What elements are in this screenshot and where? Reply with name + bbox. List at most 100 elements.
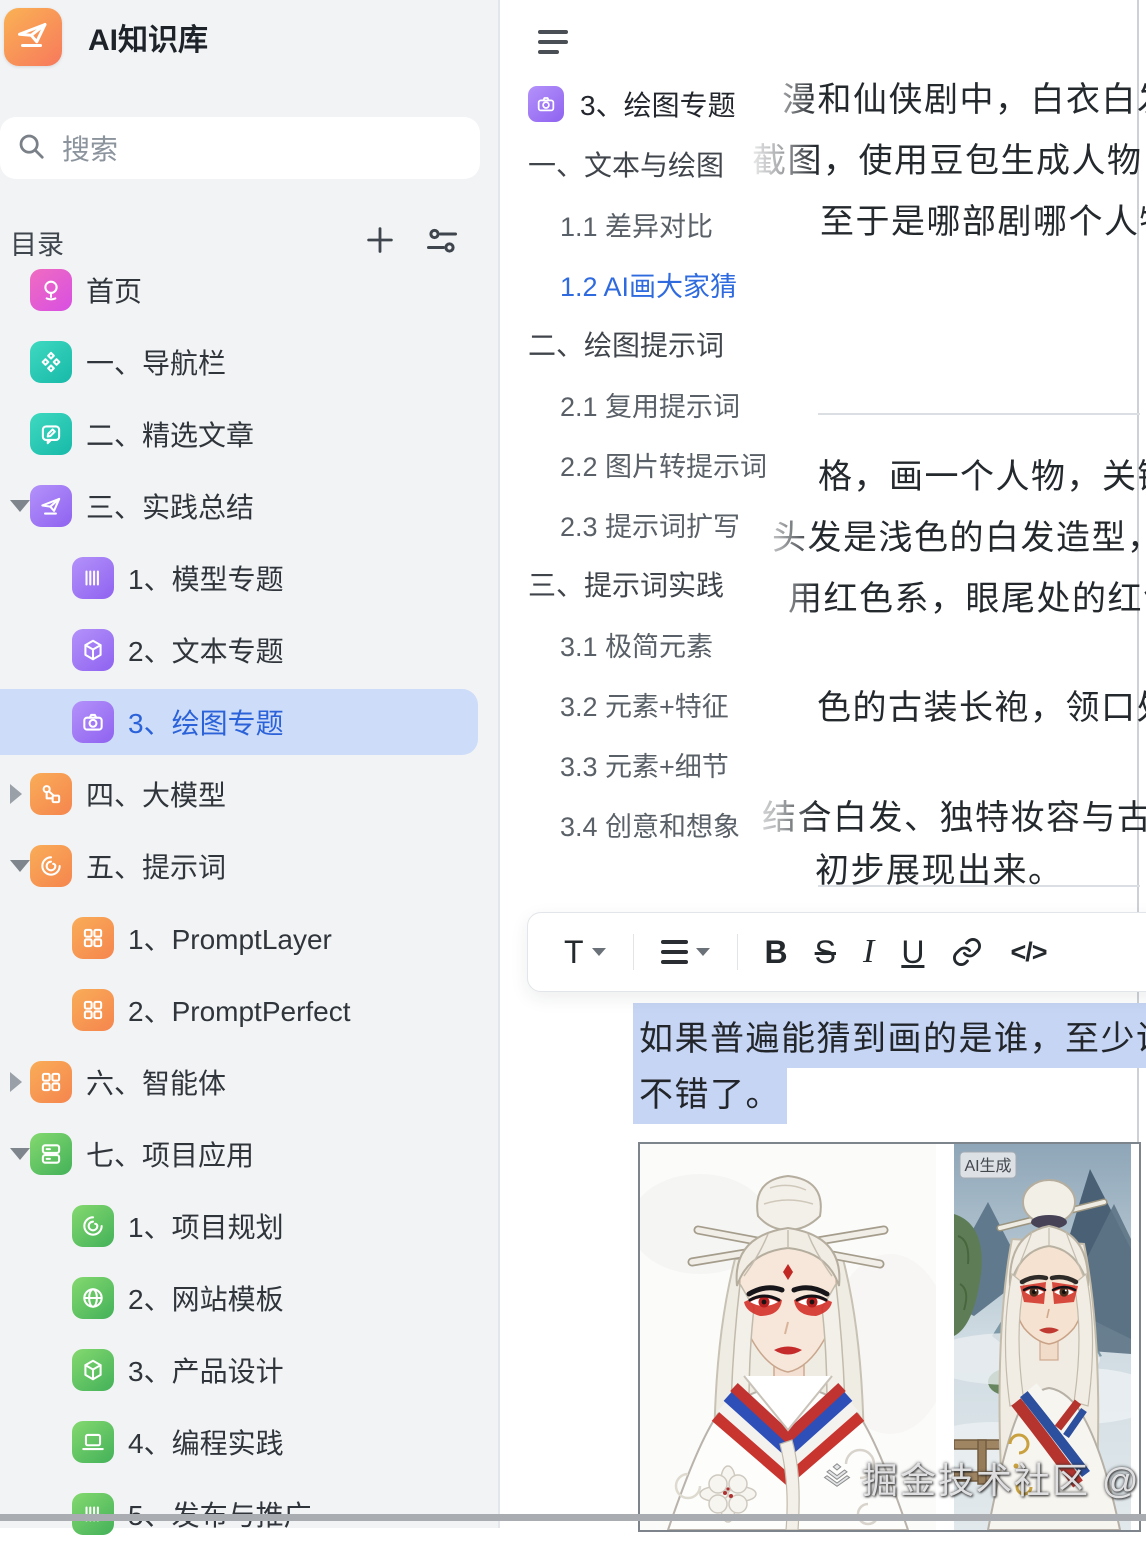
outline-item-label: 2.3 提示词扩写 [510, 505, 740, 544]
laptop-icon [72, 1421, 114, 1463]
document-text-line: 结合白发、独特妆容与古装服 [762, 790, 1146, 839]
sidebar-item[interactable]: 首页 [0, 254, 478, 326]
watermark: 掘金技术社区 @ 七号楼 [822, 1452, 1146, 1504]
strikethrough-button[interactable]: S [815, 934, 836, 971]
camera-icon [528, 86, 564, 122]
outline-item-label: 2.1 复用提示词 [510, 385, 740, 424]
link-button[interactable] [951, 936, 983, 968]
sidebar-item[interactable]: 2、网站模板 [0, 1262, 478, 1334]
outline-item[interactable]: 1.2 AI画大家猜 [510, 254, 810, 314]
link-icon [951, 936, 983, 968]
outline-item[interactable]: 3.1 极简元素 [510, 614, 810, 674]
chevron-down-icon[interactable] [10, 500, 30, 512]
document-text-line: 格，画一个人物，关键描述 [818, 449, 1146, 498]
outline-item[interactable]: 一、文本与绘图 [510, 134, 810, 194]
sidebar-item[interactable]: 四、大模型 [0, 758, 478, 830]
sidebar-item[interactable]: 4、编程实践 [0, 1406, 478, 1478]
outline-item-label: 1.1 差异对比 [510, 205, 713, 244]
document-area: 漫和仙侠剧中，白衣白发截图，使用豆包生成人物至于是哪部剧哪个人物格，画一个人物，… [500, 0, 1146, 1528]
outline-item[interactable]: 2.1 复用提示词 [510, 374, 810, 434]
sidebar-item-label: 4、编程实践 [128, 1422, 284, 1462]
sidebar-item[interactable]: 1、模型专题 [0, 542, 478, 614]
sidebar-item[interactable]: 2、文本专题 [0, 614, 478, 686]
chevron-right-icon[interactable] [10, 1072, 22, 1092]
nodes-icon [30, 773, 72, 815]
camera-icon [72, 701, 114, 743]
sidebar-item[interactable]: 2、PromptPerfect [0, 974, 478, 1046]
sidebar-item[interactable]: 3、产品设计 [0, 1334, 478, 1406]
outline-toggle-icon[interactable] [538, 26, 570, 58]
chevron-down-icon [696, 948, 710, 956]
outline-item-label: 三、提示词实践 [510, 564, 724, 604]
search-placeholder: 搜索 [62, 128, 118, 168]
chevron-down-icon[interactable] [10, 860, 30, 872]
chevron-right-icon[interactable] [10, 784, 22, 804]
align-icon [661, 940, 688, 964]
outline-item[interactable]: 3.2 元素+特征 [510, 674, 810, 734]
outline-item-label: 1.2 AI画大家猜 [510, 265, 737, 304]
sidebar-item[interactable]: 三、实践总结 [0, 470, 478, 542]
sidebar-nav: 首页一、导航栏二、精选文章三、实践总结 1、模型专题2、文本专题 3、绘图专题四、大… [0, 254, 478, 1550]
outline-item-label: 二、绘图提示词 [510, 324, 724, 364]
sidebar-item-label: 四、大模型 [86, 774, 226, 814]
outline-item[interactable]: 3.4 创意和想象 [510, 794, 810, 854]
outline-item[interactable]: 3.3 元素+细节 [510, 734, 810, 794]
outline-item-label: 2.2 图片转提示词 [510, 445, 767, 484]
spiral-icon [30, 845, 72, 887]
sidebar-item-label: 六、智能体 [86, 1062, 226, 1102]
sidebar-item[interactable]: 六、智能体 [0, 1046, 478, 1118]
toolbar-separator [633, 934, 634, 970]
outline-item[interactable]: 2.2 图片转提示词 [510, 434, 810, 494]
app-header: AI知识库 [4, 8, 208, 66]
text-style-label: T [564, 934, 584, 971]
sidebar-item[interactable]: 二、精选文章 [0, 398, 478, 470]
outline-item-label: 3.4 创意和想象 [510, 805, 740, 844]
sidebar-item[interactable]: 七、项目应用 [0, 1118, 478, 1190]
chevron-down-icon [592, 948, 606, 956]
sidebar-item-label: 五、提示词 [86, 846, 226, 886]
grid-icon [72, 989, 114, 1031]
text-style-button[interactable]: T [564, 934, 606, 971]
paragraph-divider [818, 885, 1140, 887]
sidebar-item[interactable]: 1、PromptLayer [0, 902, 478, 974]
sidebar-item-label: 首页 [86, 270, 142, 310]
grid-icon [30, 1061, 72, 1103]
outline-item[interactable]: 三、提示词实践 [510, 554, 810, 614]
outline-item-label: 3.2 元素+特征 [510, 685, 729, 724]
sidebar-item-label: 1、项目规划 [128, 1206, 284, 1246]
outline-list: 3、绘图专题一、文本与绘图 1.1 差异对比 1.2 AI画大家猜二、绘图提示词 2.… [510, 74, 810, 854]
document-text-line: 色的古装长袍，领口处有红 [817, 680, 1146, 729]
bold-button[interactable]: B [765, 934, 788, 971]
sidebar-item[interactable]: 3、绘图专题 [0, 686, 478, 758]
align-button[interactable] [661, 940, 710, 964]
sidebar-item-label: 3、产品设计 [128, 1350, 284, 1390]
globe-icon [72, 1277, 114, 1319]
outline-item[interactable]: 1.1 差异对比 [510, 194, 810, 254]
sidebar-item-label: 二、精选文章 [86, 414, 254, 454]
code-button[interactable]: </> [1010, 937, 1046, 968]
app-title: AI知识库 [88, 15, 208, 59]
diamonds-icon [30, 341, 72, 383]
window-bottom-edge [0, 1514, 1146, 1521]
italic-button[interactable]: I [863, 933, 874, 971]
grid-icon [72, 917, 114, 959]
outline-item[interactable]: 二、绘图提示词 [510, 314, 810, 374]
sidebar-item-label: 2、网站模板 [128, 1278, 284, 1318]
document-text-line: 漫和仙侠剧中，白衣白发 [782, 72, 1146, 121]
juejin-logo-icon [822, 1457, 852, 1499]
outline-item-label: 3.1 极简元素 [510, 625, 713, 664]
sidebar-item[interactable]: 五、提示词 [0, 830, 478, 902]
sidebar-item[interactable]: 1、项目规划 [0, 1190, 478, 1262]
sidebar-item-label: 七、项目应用 [86, 1134, 254, 1174]
sidebar-item-label: 3、绘图专题 [128, 702, 284, 742]
chevron-down-icon[interactable] [10, 1148, 30, 1160]
outline-panel: 3、绘图专题一、文本与绘图 1.1 差异对比 1.2 AI画大家猜二、绘图提示词 2.… [510, 4, 816, 932]
search-input[interactable]: 搜索 [0, 117, 480, 179]
sidebar-item[interactable]: 一、导航栏 [0, 326, 478, 398]
sidebar-item-label: 三、实践总结 [86, 486, 254, 526]
selected-text-line[interactable]: 不错了。 [633, 1059, 787, 1124]
outline-item[interactable]: 2.3 提示词扩写 [510, 494, 810, 554]
underline-button[interactable]: U [901, 934, 924, 971]
outline-doc-title[interactable]: 3、绘图专题 [510, 74, 810, 134]
barcode-icon [72, 557, 114, 599]
